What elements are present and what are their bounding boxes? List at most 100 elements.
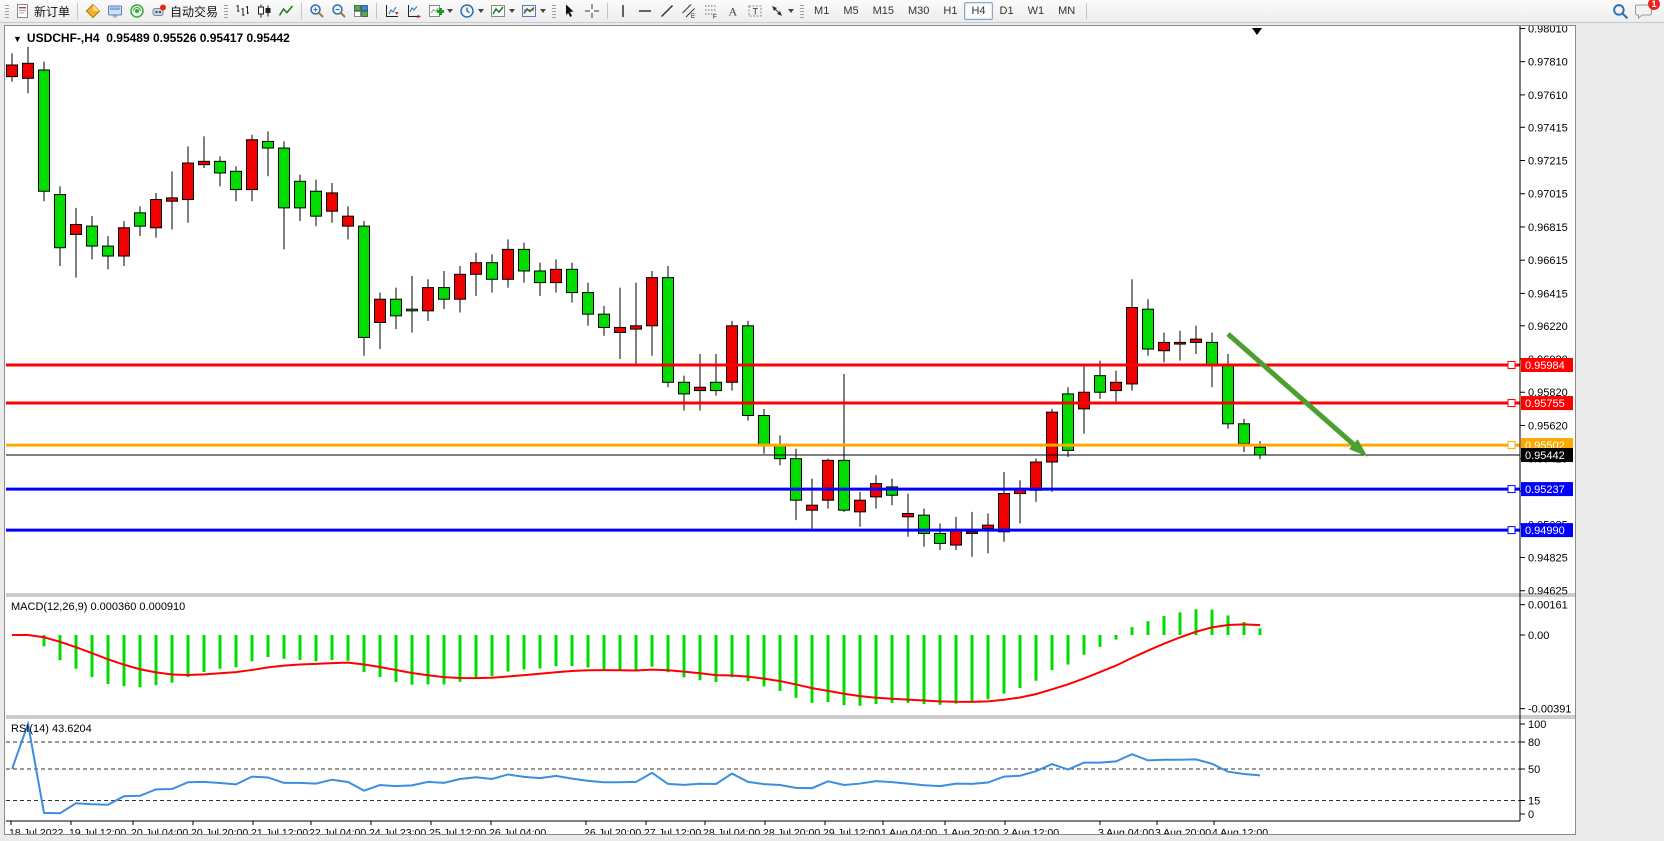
line-anchor[interactable] [1508, 442, 1515, 449]
zoom-in-button[interactable] [306, 1, 328, 22]
price-axis-label: 0.96415 [1528, 288, 1568, 300]
line-anchor[interactable] [1508, 527, 1515, 534]
new-chart-button[interactable] [425, 1, 456, 22]
svg-text:E: E [691, 14, 695, 19]
tile-windows-button[interactable] [350, 1, 372, 22]
arrows-tool-button[interactable] [766, 1, 797, 22]
periods-button[interactable] [456, 1, 487, 22]
candle [1127, 308, 1138, 384]
candle [999, 494, 1010, 532]
timeframe-button-d1[interactable]: D1 [993, 2, 1021, 20]
timeframe-button-m5[interactable]: M5 [836, 2, 865, 20]
dropdown-caret [788, 9, 794, 13]
bars-icon [234, 3, 250, 19]
candle [327, 193, 338, 211]
trendline-tool-button[interactable] [656, 1, 678, 22]
timeframe-button-m15[interactable]: M15 [866, 2, 901, 20]
candle [695, 387, 706, 390]
svg-text:F: F [713, 15, 717, 20]
autotrading-label: 自动交易 [170, 3, 218, 20]
line-chart-mode-button[interactable] [275, 1, 297, 22]
equidistant-channel-icon: E [681, 3, 697, 19]
price-axis-label: 0.98010 [1528, 26, 1568, 35]
cursor-icon [562, 3, 578, 19]
macd-axis-label: -0.00391 [1528, 704, 1571, 716]
candle [39, 70, 50, 191]
time-axis-label: 25 Jul 12:00 [429, 827, 486, 834]
text-tool-button[interactable]: A [722, 1, 744, 22]
candle [119, 228, 130, 256]
price-axis-label: 0.97610 [1528, 90, 1568, 102]
templates-button[interactable] [518, 1, 549, 22]
bar-marker-icon [1252, 28, 1262, 35]
line-anchor[interactable] [1508, 400, 1515, 407]
rsi-axis-label: 15 [1528, 796, 1540, 808]
candle [199, 161, 210, 164]
timeframe-button-m1[interactable]: M1 [807, 2, 836, 20]
zoom-out-button[interactable] [328, 1, 350, 22]
chart-shift-button[interactable] [381, 1, 403, 22]
timeframe-button-h4[interactable]: H4 [964, 2, 992, 20]
channel-tool-button[interactable]: E [678, 1, 700, 22]
horizontal-line-tool-button[interactable] [634, 1, 656, 22]
time-axis-label: 1 Aug 20:00 [943, 827, 999, 834]
chart-window[interactable]: 0.980100.978100.976100.974150.972150.970… [4, 25, 1576, 835]
crosshair-tool-button[interactable] [581, 1, 603, 22]
candle [455, 274, 466, 299]
signal-icon [129, 3, 145, 19]
candle [1031, 462, 1042, 490]
candle [1239, 424, 1250, 444]
toolbar-grip[interactable] [552, 3, 556, 19]
auto-scroll-button[interactable] [403, 1, 425, 22]
new-order-button[interactable]: 新订单 [12, 1, 73, 22]
line-anchor[interactable] [1508, 362, 1515, 369]
line-anchor[interactable] [1508, 486, 1515, 493]
candle [471, 263, 482, 275]
terminal-icon [107, 3, 123, 19]
notifications-button[interactable]: 1 [1632, 1, 1656, 22]
timeframe-button-h1[interactable]: H1 [936, 2, 964, 20]
text-label-tool-button[interactable]: T [744, 1, 766, 22]
data-center-button[interactable] [126, 1, 148, 22]
candle-chart-mode-button[interactable] [253, 1, 275, 22]
autotrading-button[interactable]: 自动交易 [148, 1, 221, 22]
time-axis-label: 4 Aug 12:00 [1212, 827, 1268, 834]
bar-chart-mode-button[interactable] [231, 1, 253, 22]
indicators-button[interactable] [487, 1, 518, 22]
time-axis-label: 28 Jul 04:00 [703, 827, 760, 834]
toolbar-grip[interactable] [5, 3, 9, 19]
candle [903, 514, 914, 517]
price-badge-label: 0.94990 [1525, 525, 1565, 537]
terminal-button[interactable] [104, 1, 126, 22]
candle [263, 141, 274, 148]
candle [1095, 376, 1106, 393]
timeframe-button-w1[interactable]: W1 [1021, 2, 1052, 20]
timeframe-button-mn[interactable]: MN [1051, 2, 1082, 20]
candle [647, 278, 658, 326]
candle [519, 249, 530, 271]
candle [1111, 382, 1122, 390]
price-axis-label: 0.96615 [1528, 255, 1568, 267]
time-axis-label: 24 Jul 23:00 [369, 827, 426, 834]
chevron-down-icon[interactable]: ▼ [13, 34, 22, 44]
chart-canvas[interactable]: 0.980100.978100.976100.974150.972150.970… [6, 26, 1575, 834]
price-badge-label: 0.95984 [1525, 360, 1565, 372]
search-icon [1612, 3, 1629, 20]
search-button[interactable] [1609, 1, 1632, 22]
fibonacci-tool-button[interactable]: F [700, 1, 722, 22]
vertical-line-tool-button[interactable] [612, 1, 634, 22]
toolbar-grip[interactable] [224, 3, 228, 19]
time-axis-label: 19 Jul 12:00 [69, 827, 126, 834]
cursor-tool-button[interactable] [559, 1, 581, 22]
rsi-axis-label: 80 [1528, 737, 1540, 749]
candle [23, 63, 34, 78]
line-chart-icon [278, 3, 294, 19]
price-axis-label: 0.97810 [1528, 57, 1568, 69]
chart-symbol: USDCHF-,H4 [27, 31, 100, 45]
toolbar-grip[interactable] [800, 3, 804, 19]
candle [375, 299, 386, 322]
auto-scroll-icon [406, 3, 422, 19]
candle [231, 171, 242, 189]
timeframe-button-m30[interactable]: M30 [901, 2, 936, 20]
market-watch-button[interactable] [82, 1, 104, 22]
